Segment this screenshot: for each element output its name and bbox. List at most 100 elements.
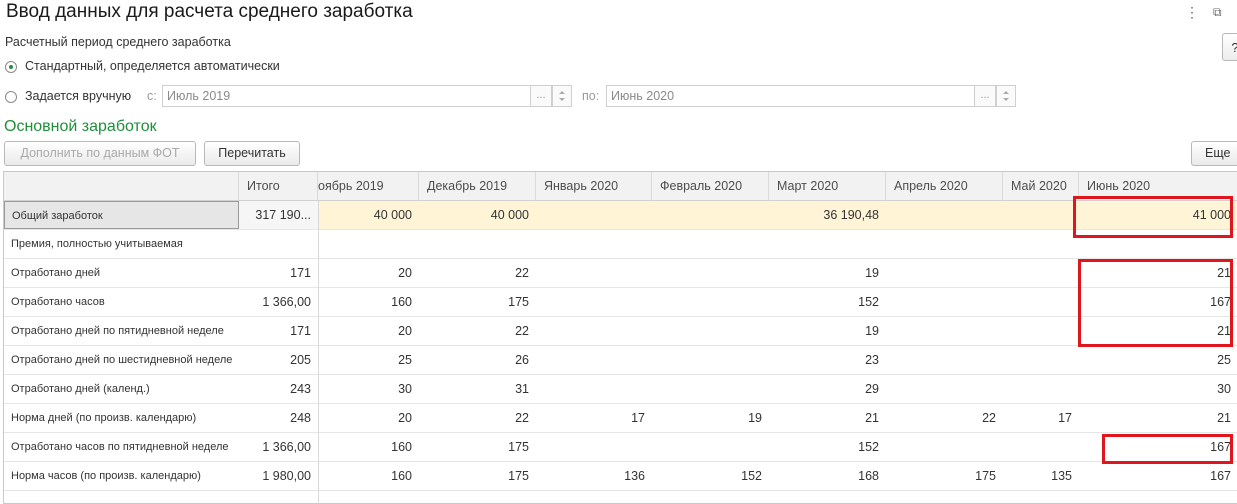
month-value[interactable]: 22 <box>419 259 536 287</box>
period-from-field[interactable]: Июль 2019 <box>162 85 531 107</box>
table-row[interactable]: Отработано дней по шестидневной неделе 20… <box>4 346 1237 375</box>
month-value[interactable]: 30 <box>318 375 419 403</box>
month-value[interactable] <box>886 230 1003 258</box>
more-button[interactable]: Еще <box>1191 141 1237 166</box>
month-value[interactable] <box>886 433 1003 461</box>
table-row[interactable]: Отработано дней 171 20 22 19 21 <box>4 259 1237 288</box>
radio-period-auto[interactable] <box>5 61 17 73</box>
month-value[interactable] <box>652 230 769 258</box>
month-value[interactable] <box>652 288 769 316</box>
month-value[interactable] <box>536 288 652 316</box>
month-value[interactable] <box>886 317 1003 345</box>
month-value[interactable]: 175 <box>419 288 536 316</box>
fill-from-fot-button[interactable]: Дополнить по данным ФОТ <box>4 141 196 166</box>
month-value[interactable] <box>652 375 769 403</box>
month-value[interactable]: 25 <box>1079 346 1237 374</box>
header-total[interactable]: Итого <box>239 172 318 201</box>
month-value[interactable]: 152 <box>769 433 886 461</box>
table-row[interactable]: Общий заработок 317 190... 40 000 40 000 36 … <box>4 201 1237 230</box>
radio-period-manual-label[interactable]: Задается вручную <box>25 89 131 103</box>
month-value[interactable]: 175 <box>886 462 1003 490</box>
month-value[interactable] <box>886 375 1003 403</box>
month-value[interactable] <box>652 433 769 461</box>
month-value[interactable] <box>1003 201 1079 229</box>
month-value[interactable] <box>1003 375 1079 403</box>
month-value[interactable] <box>536 375 652 403</box>
table-row[interactable]: Норма дней (по произв. календарю) 248 20 22… <box>4 404 1237 433</box>
month-value[interactable] <box>536 433 652 461</box>
month-value[interactable]: 22 <box>886 404 1003 432</box>
month-value[interactable] <box>1003 317 1079 345</box>
month-value[interactable]: 19 <box>769 259 886 287</box>
month-value[interactable]: 30 <box>1079 375 1237 403</box>
month-value[interactable] <box>318 230 419 258</box>
month-value[interactable]: 175 <box>419 433 536 461</box>
more-actions-icon[interactable]: ⋮ <box>1185 4 1199 21</box>
month-value[interactable]: 20 <box>318 259 419 287</box>
header-feb-2020[interactable]: Февраль 2020 <box>652 172 769 201</box>
month-value[interactable]: 152 <box>769 288 886 316</box>
month-value[interactable] <box>652 346 769 374</box>
month-value[interactable]: 31 <box>419 375 536 403</box>
month-value[interactable]: 160 <box>318 433 419 461</box>
month-value[interactable]: 175 <box>419 462 536 490</box>
month-value[interactable]: 21 <box>1079 404 1237 432</box>
month-value[interactable]: 20 <box>318 317 419 345</box>
month-value[interactable]: 23 <box>769 346 886 374</box>
radio-period-auto-label[interactable]: Стандартный, определяется автоматически <box>25 59 280 73</box>
month-value[interactable]: 26 <box>419 346 536 374</box>
header-mar-2020[interactable]: Март 2020 <box>769 172 886 201</box>
month-value[interactable] <box>886 288 1003 316</box>
month-value[interactable]: 135 <box>1003 462 1079 490</box>
month-value[interactable]: 19 <box>652 404 769 432</box>
month-value[interactable] <box>536 201 652 229</box>
month-value[interactable] <box>652 201 769 229</box>
month-value[interactable]: 17 <box>1003 404 1079 432</box>
month-value[interactable] <box>419 230 536 258</box>
month-value[interactable] <box>769 230 886 258</box>
month-value[interactable]: 22 <box>419 317 536 345</box>
help-button[interactable]: ? <box>1222 33 1237 61</box>
period-from-spinner[interactable] <box>552 85 572 107</box>
month-value[interactable]: 20 <box>318 404 419 432</box>
header-apr-2020[interactable]: Апрель 2020 <box>886 172 1003 201</box>
table-row[interactable]: Отработано часов по пятидневной неделе 1 … <box>4 433 1237 462</box>
recalculate-button[interactable]: Перечитать <box>204 141 300 166</box>
period-to-spinner[interactable] <box>996 85 1016 107</box>
month-value[interactable] <box>536 259 652 287</box>
month-value[interactable] <box>1003 346 1079 374</box>
month-value[interactable] <box>1003 230 1079 258</box>
month-value[interactable]: 19 <box>769 317 886 345</box>
month-value[interactable]: 17 <box>536 404 652 432</box>
period-from-select-button[interactable]: ... <box>530 85 552 107</box>
month-value[interactable]: 168 <box>769 462 886 490</box>
table-row[interactable]: Отработано дней (календ.) 243 30 31 29 30 <box>4 375 1237 404</box>
month-value[interactable] <box>1003 433 1079 461</box>
month-value[interactable]: 29 <box>769 375 886 403</box>
month-value[interactable]: 152 <box>652 462 769 490</box>
month-value[interactable] <box>652 317 769 345</box>
period-to-select-button[interactable]: ... <box>974 85 996 107</box>
month-value[interactable]: 40 000 <box>419 201 536 229</box>
month-value[interactable]: 160 <box>318 288 419 316</box>
month-value[interactable]: 21 <box>769 404 886 432</box>
month-value[interactable]: 136 <box>536 462 652 490</box>
radio-period-manual[interactable] <box>5 91 17 103</box>
restore-window-icon[interactable]: ⧉ <box>1213 5 1222 20</box>
month-value[interactable] <box>652 259 769 287</box>
period-to-field[interactable]: Июнь 2020 <box>606 85 975 107</box>
table-row[interactable]: Премия, полностью учитываемая <box>4 230 1237 259</box>
month-value[interactable]: 160 <box>318 462 419 490</box>
month-value[interactable] <box>536 230 652 258</box>
header-may-2020[interactable]: Май 2020 <box>1003 172 1079 201</box>
header-row-label[interactable] <box>4 172 239 201</box>
table-row[interactable]: Отработано часов 1 366,00 160 175 152 167 <box>4 288 1237 317</box>
month-value[interactable]: 36 190,48 <box>769 201 886 229</box>
month-value[interactable]: 22 <box>419 404 536 432</box>
month-value[interactable]: 167 <box>1079 462 1237 490</box>
month-value[interactable] <box>1003 288 1079 316</box>
month-value[interactable]: 25 <box>318 346 419 374</box>
table-row[interactable]: Отработано дней по пятидневной неделе 171… <box>4 317 1237 346</box>
month-value[interactable] <box>886 259 1003 287</box>
month-value[interactable]: 40 000 <box>318 201 419 229</box>
